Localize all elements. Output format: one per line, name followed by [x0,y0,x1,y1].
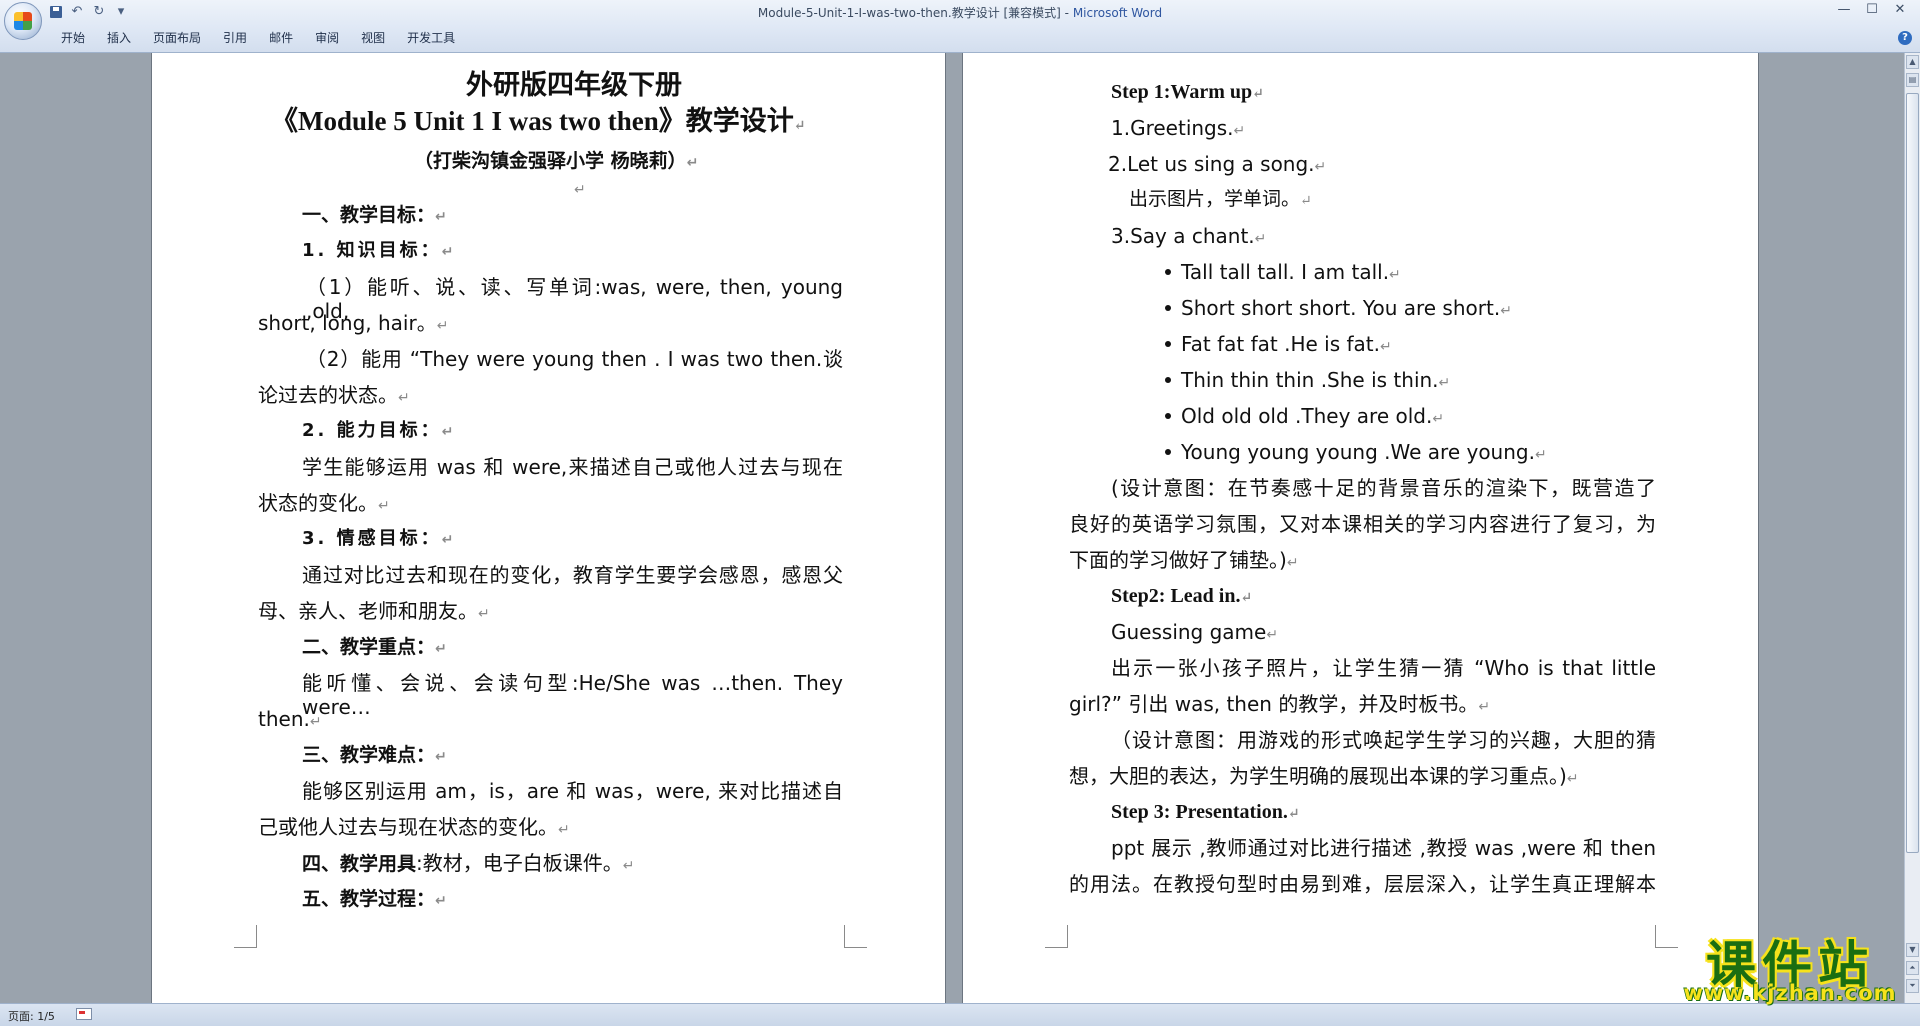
tab-references[interactable]: 引用 [212,30,258,46]
ruler-toggle-icon[interactable]: ▤ [1906,73,1919,87]
paragraph-line: 能听懂、会说、会读句型:He/She was …then. They were… [302,671,843,719]
document-title: Module-5-Unit-1-I-was-two-then.教学设计 [兼容模… [757,6,1073,20]
bullet-dot [1165,377,1171,383]
bullet-dot [1165,449,1171,455]
paragraph-line: 良好的英语学习氛围，又对本课相关的学习内容进行了复习，为 [1069,512,1656,536]
paragraph-line: (设计意图：在节奏感十足的背景音乐的渲染下，既营造了 [1111,476,1656,500]
paragraph-line: （设计意图：用游戏的形式唤起学生学习的兴趣，大胆的猜 [1111,728,1656,752]
bullet-item: Old old old .They are old.↵ [1181,404,1445,428]
paragraph-line: 状态的变化。↵ [258,491,390,515]
bullet-item: Young young young .We are young.↵ [1181,440,1547,464]
subsection-emotion-goals: 3. 情感目标：↵ [302,528,457,549]
doc-author-line: （打柴沟镇金强驿小学 杨晓莉）↵ [414,150,699,172]
paragraph-line: 想，大胆的表达，为学生明确的展现出本课的学习重点。)↵ [1069,764,1579,788]
window-controls: — ☐ ✕ [1830,0,1914,20]
section-difficult-points: 三、教学难点：↵ [302,744,447,766]
minimize-icon[interactable]: — [1830,0,1858,20]
section-teaching-goals: 一、教学目标：↵ [302,204,447,226]
title-bar: ↶ ↻ ▾ Module-5-Unit-1-I-was-two-then.教学设… [0,0,1920,53]
watermark-url: www.kjzhan.com [1683,981,1897,1005]
paragraph-line: 己或他人过去与现在状态的变化。↵ [258,815,570,839]
paragraph-line: short, long, hair。↵ [258,311,449,335]
page-count[interactable]: 页面: 1/5 [8,1008,55,1024]
paragraph-line: 母、亲人、老师和朋友。↵ [258,599,490,623]
bullet-dot [1165,413,1171,419]
paragraph-line: 出示图片，学单词。↵ [1129,189,1312,210]
document-page-1[interactable]: 外研版四年级下册 《Module 5 Unit 1 I was two then… [152,53,945,1003]
bullet-dot [1165,305,1171,311]
watermark-logo: 课件站 www.kjzhan.com [1670,925,1910,1005]
tab-developer[interactable]: 开发工具 [396,30,466,46]
step3-heading: Step 3: Presentation.↵ [1111,801,1300,823]
paragraph-line: 3.Say a chant.↵ [1111,224,1267,248]
paragraph-line: 的用法。在教授句型时由易到难，层层深入，让学生真正理解本 [1069,872,1656,896]
bullet-dot [1165,269,1171,275]
tab-review[interactable]: 审阅 [304,30,350,46]
close-icon[interactable]: ✕ [1886,0,1914,20]
step1-heading: Step 1:Warm up↵ [1111,81,1264,103]
section-key-points: 二、教学重点：↵ [302,636,447,658]
doc-title-line1: 外研版四年级下册 [466,70,682,100]
paragraph-line: 通过对比过去和现在的变化，教育学生要学会感恩，感恩父 [302,563,843,587]
app-name: Microsoft Word [1072,6,1163,20]
paragraph-line: then.↵ [258,707,322,731]
margin-corner-mark [844,925,867,948]
bullet-dot [1165,341,1171,347]
status-bar: 页面: 1/5 [0,1003,1920,1026]
document-page-2[interactable]: Step 1:Warm up↵ 1.Greetings.↵ 2.Let us s… [963,53,1758,1003]
paragraph-line: 能够区别运用 am，is，are 和 was，were, 来对比描述自 [302,779,843,803]
subsection-knowledge-goals: 1. 知识目标：↵ [302,240,457,261]
paragraph-line: 2.Let us sing a song.↵ [1108,152,1327,176]
bullet-item: Tall tall tall. I am tall.↵ [1181,260,1401,284]
maximize-icon[interactable]: ☐ [1858,0,1886,20]
tab-page-layout[interactable]: 页面布局 [142,30,212,46]
scrollbar-thumb[interactable] [1906,93,1919,853]
paragraph-line: Guessing game↵ [1111,620,1279,644]
bullet-item: Fat fat fat .He is fat.↵ [1181,332,1392,356]
subsection-ability-goals: 2. 能力目标：↵ [302,420,457,441]
paragraph-line: girl?” 引出 was, then 的教学，并及时板书。↵ [1069,692,1491,716]
doc-title-line2: 《Module 5 Unit 1 I was two then》教学设计↵ [271,106,806,136]
paragraph-line: 学生能够运用 was 和 were,来描述自己或他人过去与现在 [302,455,843,479]
paragraph-line: 出示一张小孩子照片，让学生猜一猜 “Who is that little [1111,656,1656,680]
vertical-scrollbar[interactable]: ▲ ▤ ▼ ⏶ ⏷ [1904,53,1920,1003]
paragraph-line: 1.Greetings.↵ [1111,116,1246,140]
proofing-status-icon[interactable] [76,1008,92,1020]
tab-view[interactable]: 视图 [350,30,396,46]
margin-corner-mark [234,925,257,948]
empty-paragraph: ↵ [574,182,586,198]
paragraph-line: （2）能用 “They were young then . I was two … [306,347,843,371]
margin-corner-mark [1045,925,1068,948]
tab-home[interactable]: 开始 [50,30,96,46]
bullet-item: Thin thin thin .She is thin.↵ [1181,368,1451,392]
section-teaching-aids: 四、教学用具:教材，电子白板课件。↵ [302,851,635,875]
section-teaching-process: 五、教学过程：↵ [302,888,447,910]
paragraph-line: 下面的学习做好了铺垫。)↵ [1069,548,1299,572]
bullet-item: Short short short. You are short.↵ [1181,296,1512,320]
paragraph-line: ppt 展示 ,教师通过对比进行描述 ,教授 was ,were 和 then [1111,836,1656,860]
window-title: Module-5-Unit-1-I-was-two-then.教学设计 [兼容模… [0,4,1920,21]
help-icon[interactable]: ? [1898,31,1912,45]
tab-insert[interactable]: 插入 [96,30,142,46]
step2-heading: Step2: Lead in.↵ [1111,585,1253,607]
document-area[interactable]: 外研版四年级下册 《Module 5 Unit 1 I was two then… [0,53,1904,1003]
scroll-up-icon[interactable]: ▲ [1906,55,1919,69]
tab-mailings[interactable]: 邮件 [258,30,304,46]
paragraph-line: 论过去的状态。↵ [258,383,410,407]
ribbon-tabs: 开始 插入 页面布局 引用 邮件 审阅 视图 开发工具 [50,30,466,46]
